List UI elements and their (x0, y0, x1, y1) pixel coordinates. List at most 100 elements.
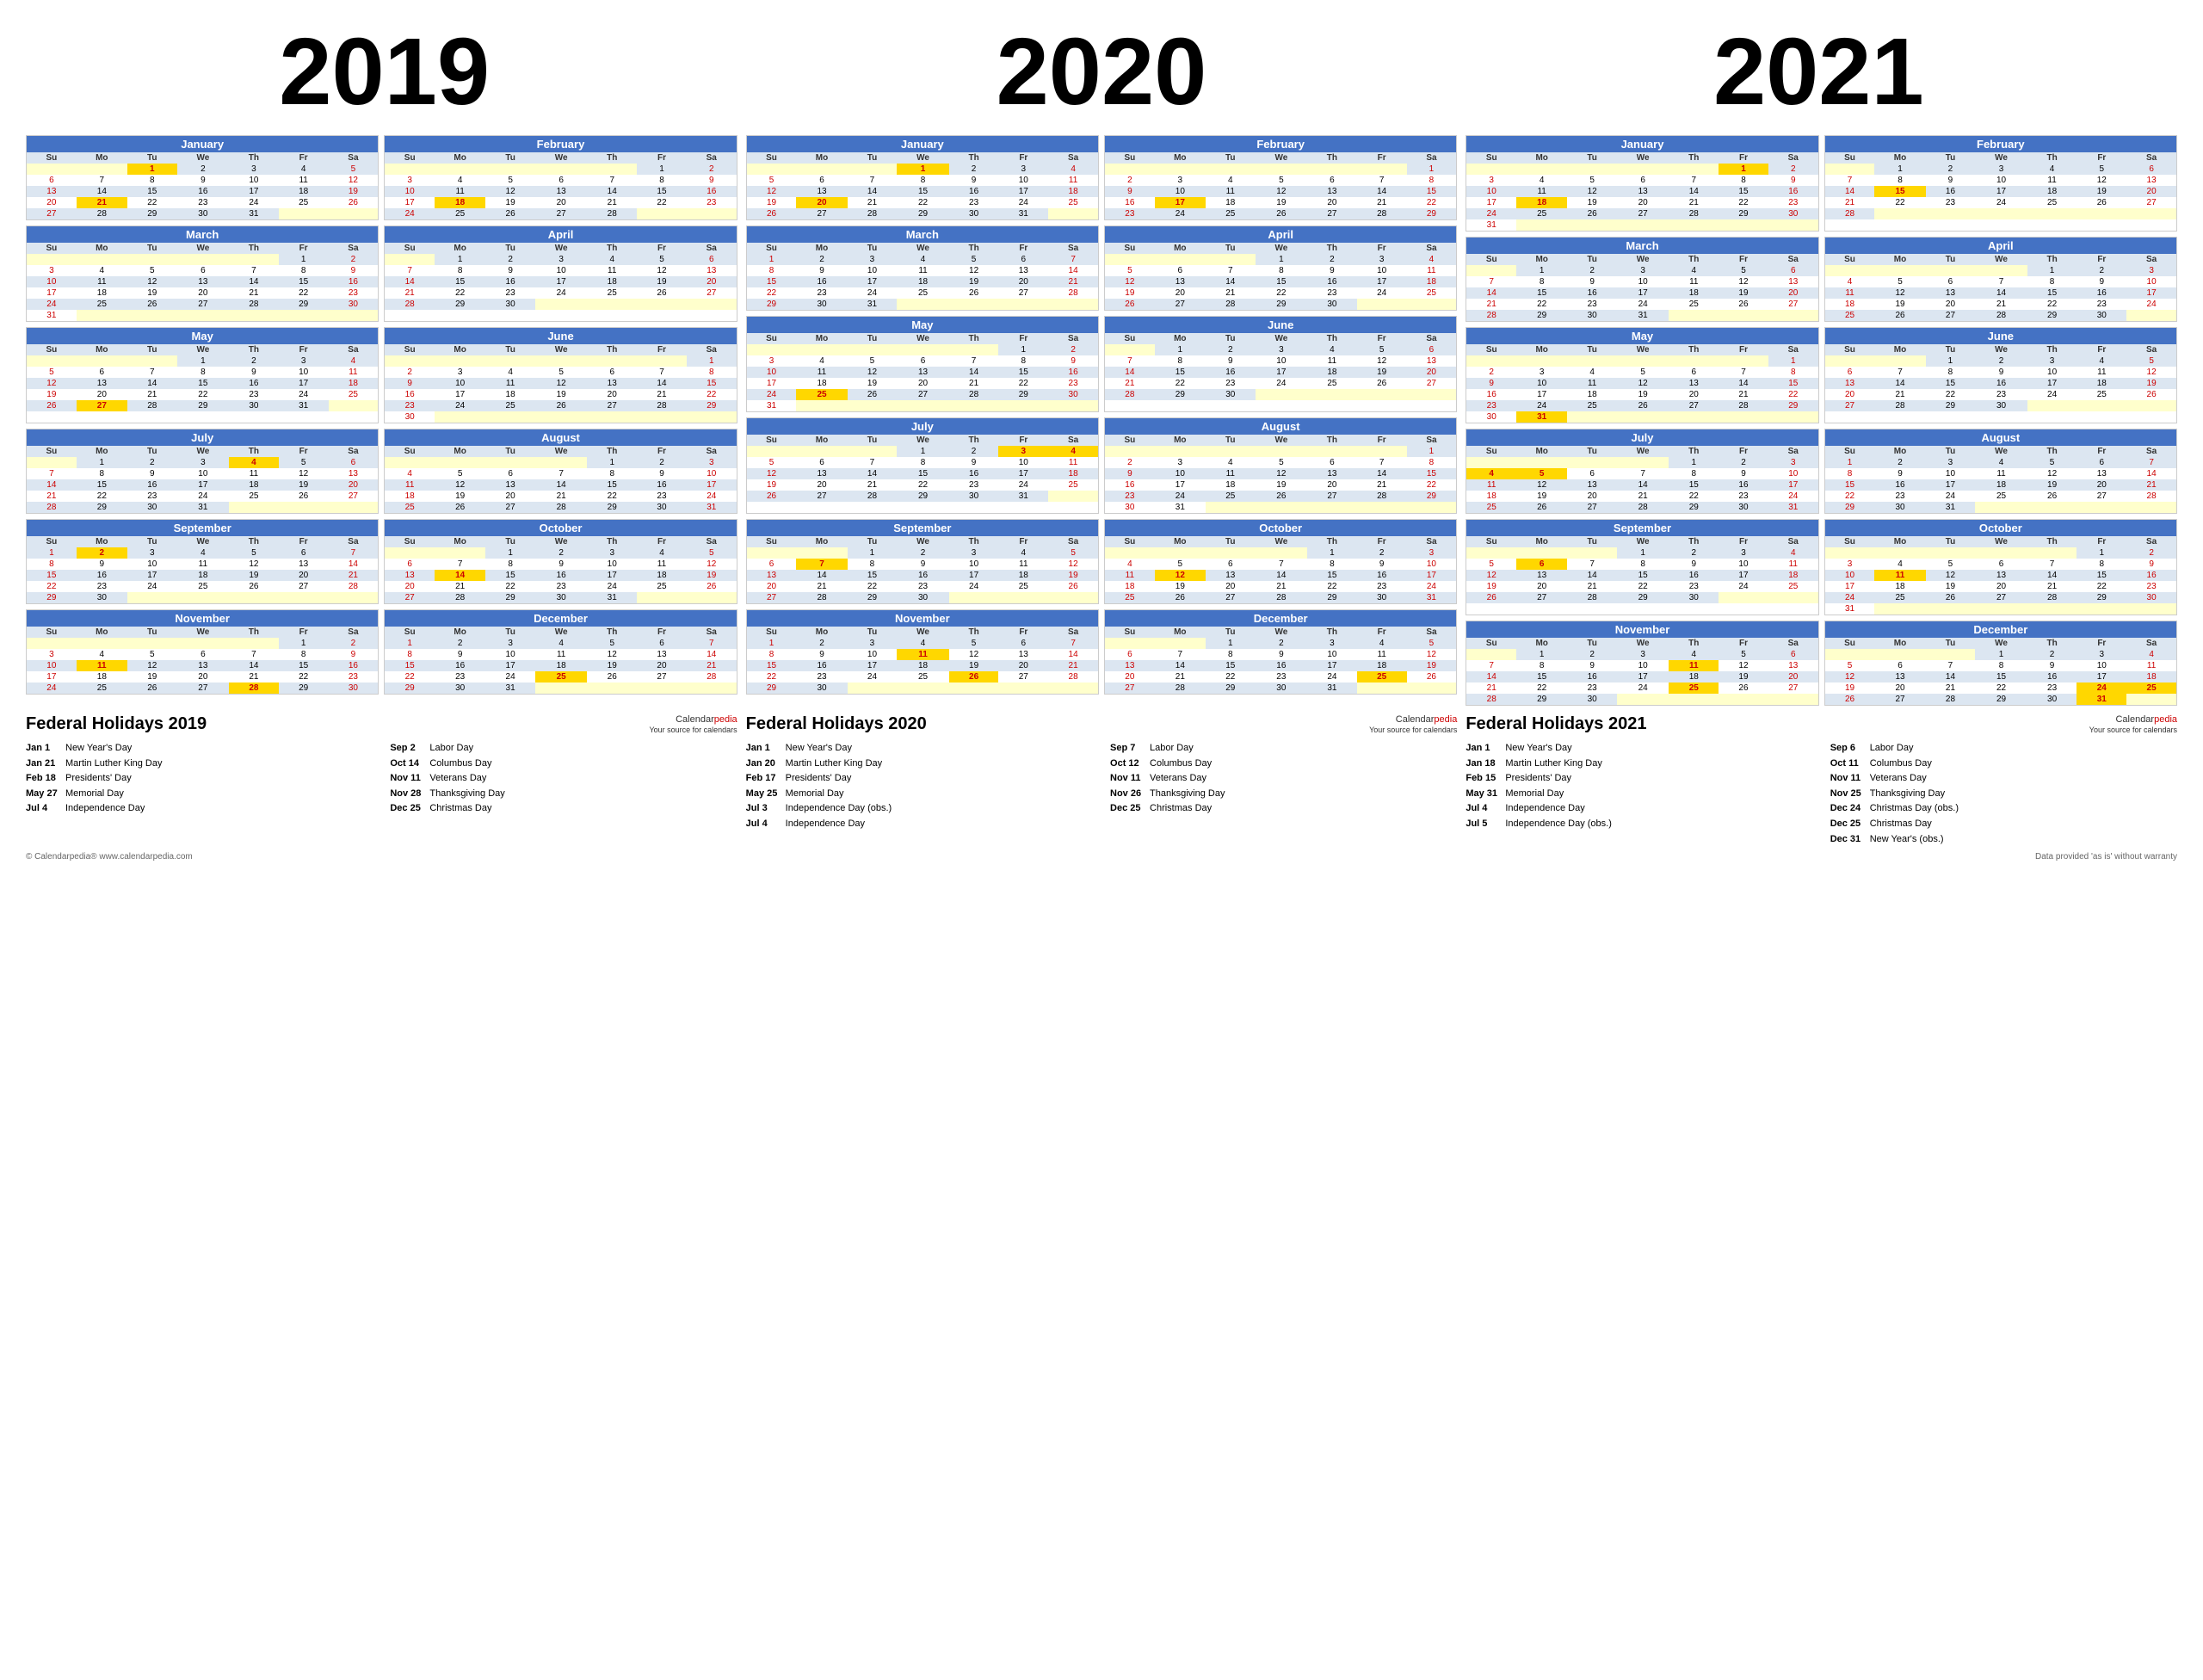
cal-day: 27 (587, 400, 637, 411)
cal-day: 10 (998, 175, 1048, 186)
cal-day: 20 (1768, 287, 1818, 299)
cal-day: 6 (485, 468, 535, 479)
cal-day: 2 (1567, 649, 1617, 660)
cal-day: 1 (1719, 164, 1768, 175)
cal-day: 1 (998, 344, 1048, 355)
cal-day: 17 (687, 479, 737, 491)
cal-day (1466, 547, 1516, 559)
month-header: May (747, 317, 1098, 333)
cal-day: 22 (77, 491, 127, 502)
cal-day: 24 (2027, 389, 2077, 400)
dow-header-sa: Sa (1768, 254, 1818, 265)
cal-day: 9 (535, 559, 587, 570)
cal-day: 19 (279, 479, 329, 491)
holiday-date: Feb 17 (746, 771, 781, 787)
cal-day: 17 (747, 378, 797, 389)
cal-day: 18 (1669, 287, 1719, 299)
cal-day: 23 (1567, 299, 1617, 310)
cal-day: 28 (796, 592, 847, 603)
dow-header-th: Th (229, 627, 279, 638)
cal-day: 9 (2126, 559, 2176, 570)
cal-day: 13 (998, 265, 1048, 276)
cal-day: 19 (1466, 581, 1516, 592)
cal-day: 17 (27, 671, 77, 682)
cal-week-row: 16171819202122 (1466, 389, 1817, 400)
cal-day: 11 (177, 559, 229, 570)
cal-day: 3 (279, 355, 329, 367)
cal-day: 31 (587, 592, 637, 603)
cal-week-row: 12345 (385, 547, 736, 559)
dow-header-fr: Fr (279, 344, 329, 355)
cal-day: 4 (1669, 649, 1719, 660)
cal-day: 18 (77, 671, 127, 682)
cal-day: 12 (1155, 570, 1206, 581)
holiday-entry: May 27 Memorial Day (26, 787, 373, 802)
cal-day: 27 (1105, 682, 1155, 694)
cal-day: 9 (796, 265, 847, 276)
month-header: October (385, 520, 736, 536)
cal-day: 19 (637, 276, 687, 287)
cal-day: 7 (1719, 367, 1768, 378)
cal-day: 23 (2126, 581, 2176, 592)
cal-day: 22 (747, 671, 797, 682)
cal-day: 31 (998, 208, 1048, 219)
cal-day: 3 (127, 547, 177, 559)
cal-day: 1 (2027, 265, 2077, 276)
cal-day: 20 (796, 197, 847, 208)
cal-day: 21 (1975, 299, 2027, 310)
cal-day: 12 (1874, 287, 1925, 299)
cal-day: 1 (1516, 265, 1567, 276)
dow-header-fr: Fr (1357, 152, 1407, 164)
cal-day: 30 (535, 592, 587, 603)
cal-day: 4 (587, 254, 637, 265)
cal-day: 7 (1466, 660, 1516, 671)
cal-day: 19 (27, 389, 77, 400)
cal-day: 17 (2076, 671, 2126, 682)
cal-week-row: 17181920212223 (1466, 197, 1817, 208)
cal-day: 16 (897, 570, 948, 581)
cal-day: 2 (1466, 367, 1516, 378)
cal-day: 18 (1874, 581, 1925, 592)
cal-day: 13 (385, 570, 435, 581)
cal-day: 4 (1206, 457, 1256, 468)
cal-day: 6 (998, 254, 1048, 265)
cal-week-row: 2345678 (385, 367, 736, 378)
cal-day (1048, 299, 1098, 310)
cal-day: 12 (279, 468, 329, 479)
cal-table: SuMoTuWeThFrSa12345678910111213141516171… (1466, 536, 1817, 603)
cal-day: 13 (1617, 186, 1669, 197)
cal-day: 19 (1407, 660, 1457, 671)
month-header: April (1825, 238, 2176, 254)
cal-day: 17 (949, 570, 999, 581)
cal-day: 15 (2027, 287, 2077, 299)
cal-day (1719, 411, 1768, 423)
cal-day: 6 (177, 265, 229, 276)
cal-day: 31 (1407, 592, 1457, 603)
cal-day: 25 (1407, 287, 1457, 299)
dow-header-su: Su (27, 243, 77, 254)
cal-day: 9 (2076, 276, 2126, 287)
cal-day: 14 (1874, 378, 1925, 389)
month-header: March (1466, 238, 1817, 254)
cal-day: 21 (1617, 491, 1669, 502)
cal-day (279, 208, 329, 219)
cal-week-row: 1234 (1105, 254, 1456, 265)
cal-day: 24 (229, 197, 279, 208)
cal-day: 26 (485, 208, 535, 219)
cal-day: 27 (897, 389, 948, 400)
cal-day: 22 (177, 389, 229, 400)
cal-day: 13 (1516, 570, 1567, 581)
cal-day (1926, 649, 1976, 660)
cal-day (2027, 400, 2077, 411)
cal-week-row: 123456 (385, 254, 736, 265)
cal-day: 30 (385, 411, 435, 423)
month-block-july: JulySuMoTuWeThFrSa1234567891011121314151… (26, 429, 379, 514)
cal-day: 28 (1669, 208, 1719, 219)
cal-day: 2 (535, 547, 587, 559)
holiday-date: Jul 4 (1466, 801, 1500, 817)
cal-day: 27 (77, 400, 127, 411)
holiday-entry: Feb 17 Presidents' Day (746, 771, 1093, 787)
months-grid: JanuarySuMoTuWeThFrSa1234567891011121314… (26, 135, 737, 695)
cal-day: 22 (127, 197, 177, 208)
cal-day: 30 (949, 491, 999, 502)
